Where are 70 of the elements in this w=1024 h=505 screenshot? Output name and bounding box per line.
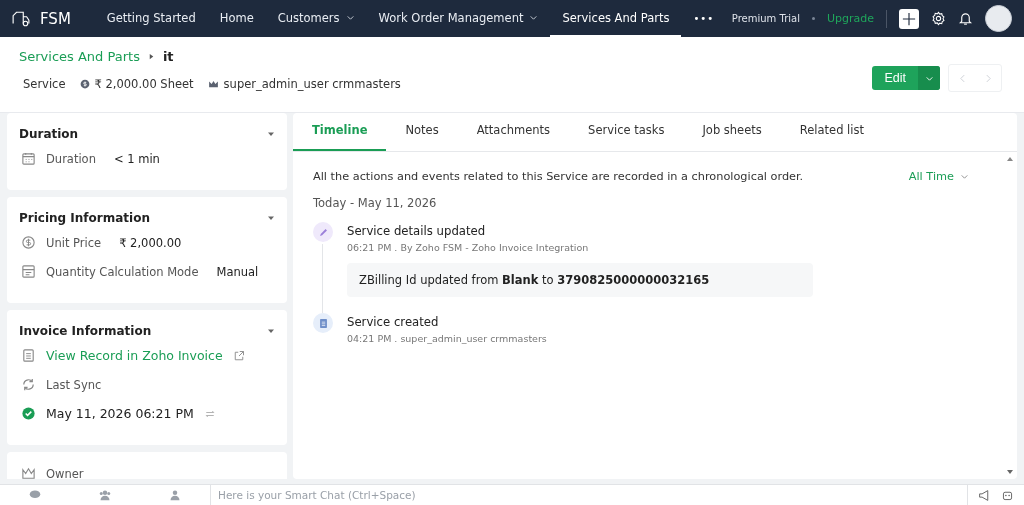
tab[interactable]: Notes [386,113,458,151]
event-title: Service created [347,315,440,329]
avatar[interactable] [985,5,1012,32]
calendar-icon [21,151,36,166]
check-circle-icon [21,406,36,421]
event-meta: 06:21 PM . By Zoho FSM - Zoho Invoice Integration [347,242,590,253]
sync-icon [21,377,36,392]
record-title: it [162,49,174,64]
document-icon [21,348,36,363]
field-label: Unit Price [46,235,102,250]
record-type: Service [23,77,66,91]
event-meta: 04:21 PM . super_admin_user crmmasters [347,333,547,344]
field-label: Quantity Calculation Mode [46,264,199,279]
more-menu[interactable]: ••• [681,0,727,37]
sync-time: May 11, 2026 06:21 PM [46,406,194,421]
breadcrumb-link[interactable]: Services And Parts [19,49,140,64]
bell-icon[interactable] [958,11,973,26]
field-value: < 1 min [113,151,160,166]
field-value: ₹ 2,000.00 [119,235,182,250]
upgrade-link[interactable]: Upgrade [826,12,874,25]
app-logo-text: FSM [40,9,71,28]
event-title: Service details updated [347,224,487,238]
card-title: Pricing Information [19,211,150,225]
crown-icon [207,79,219,89]
timeline-description: All the actions and events related to this Service are recorded in a chronological order. [313,170,804,183]
field-value: Manual [216,264,259,279]
field-label: Duration [46,151,96,166]
scroll-down-icon[interactable] [1006,468,1014,476]
nav-tab[interactable]: Getting Started [94,0,208,37]
breadcrumb-arrow-icon [147,53,155,60]
price-text: ₹ 2,000.00 Sheet [94,77,194,91]
external-link-icon[interactable] [232,349,245,362]
nav-tab[interactable]: Customers [265,0,367,37]
smart-chat-field[interactable]: Here is your Smart Chat (Ctrl+Space) [210,485,967,505]
scroll-up-icon[interactable] [1006,155,1014,163]
field-label: Last Sync [46,377,102,392]
tab[interactable]: Service tasks [569,113,684,151]
form-icon [21,264,36,279]
coin-icon [79,79,90,89]
pencil-icon [317,226,329,238]
plus-icon [902,11,916,26]
tab[interactable]: Timeline [293,113,387,151]
megaphone-icon[interactable] [978,488,991,502]
collapse-caret-icon[interactable] [267,214,275,222]
crown-icon [21,466,36,479]
card-title: Invoice Information [19,324,152,338]
chat-bubble-icon[interactable] [29,489,41,501]
nav-tab[interactable]: Work Order Management [366,0,551,37]
add-button[interactable] [899,8,919,29]
field-label: Owner [46,466,84,479]
person-icon[interactable] [169,489,181,501]
truck-icon [10,9,32,28]
plan-label: Premium Trial [731,13,800,24]
time-filter-dropdown[interactable]: All Time [908,170,969,183]
tab[interactable]: Job sheets [683,113,781,151]
card-title: Duration [19,127,79,141]
change-detail: ZBilling Id updated from Blank to 3790825000000032165 [347,263,813,297]
tab[interactable]: Attachments [457,113,570,151]
date-heading: Today - May 11, 2026 [313,196,438,210]
collapse-caret-icon[interactable] [267,327,275,335]
invoice-link[interactable]: View Record in Zoho Invoice [46,348,223,363]
document-icon [317,317,329,329]
tab[interactable]: Related list [780,113,883,151]
chevron-down-icon [960,172,969,181]
owner-name: super_admin_user crmmasters [223,77,401,91]
settings-icon[interactable] [931,11,946,26]
collapse-caret-icon[interactable] [267,130,275,138]
nav-tab[interactable]: Home [207,0,266,37]
people-icon[interactable] [99,489,111,501]
dollar-icon [21,235,36,250]
